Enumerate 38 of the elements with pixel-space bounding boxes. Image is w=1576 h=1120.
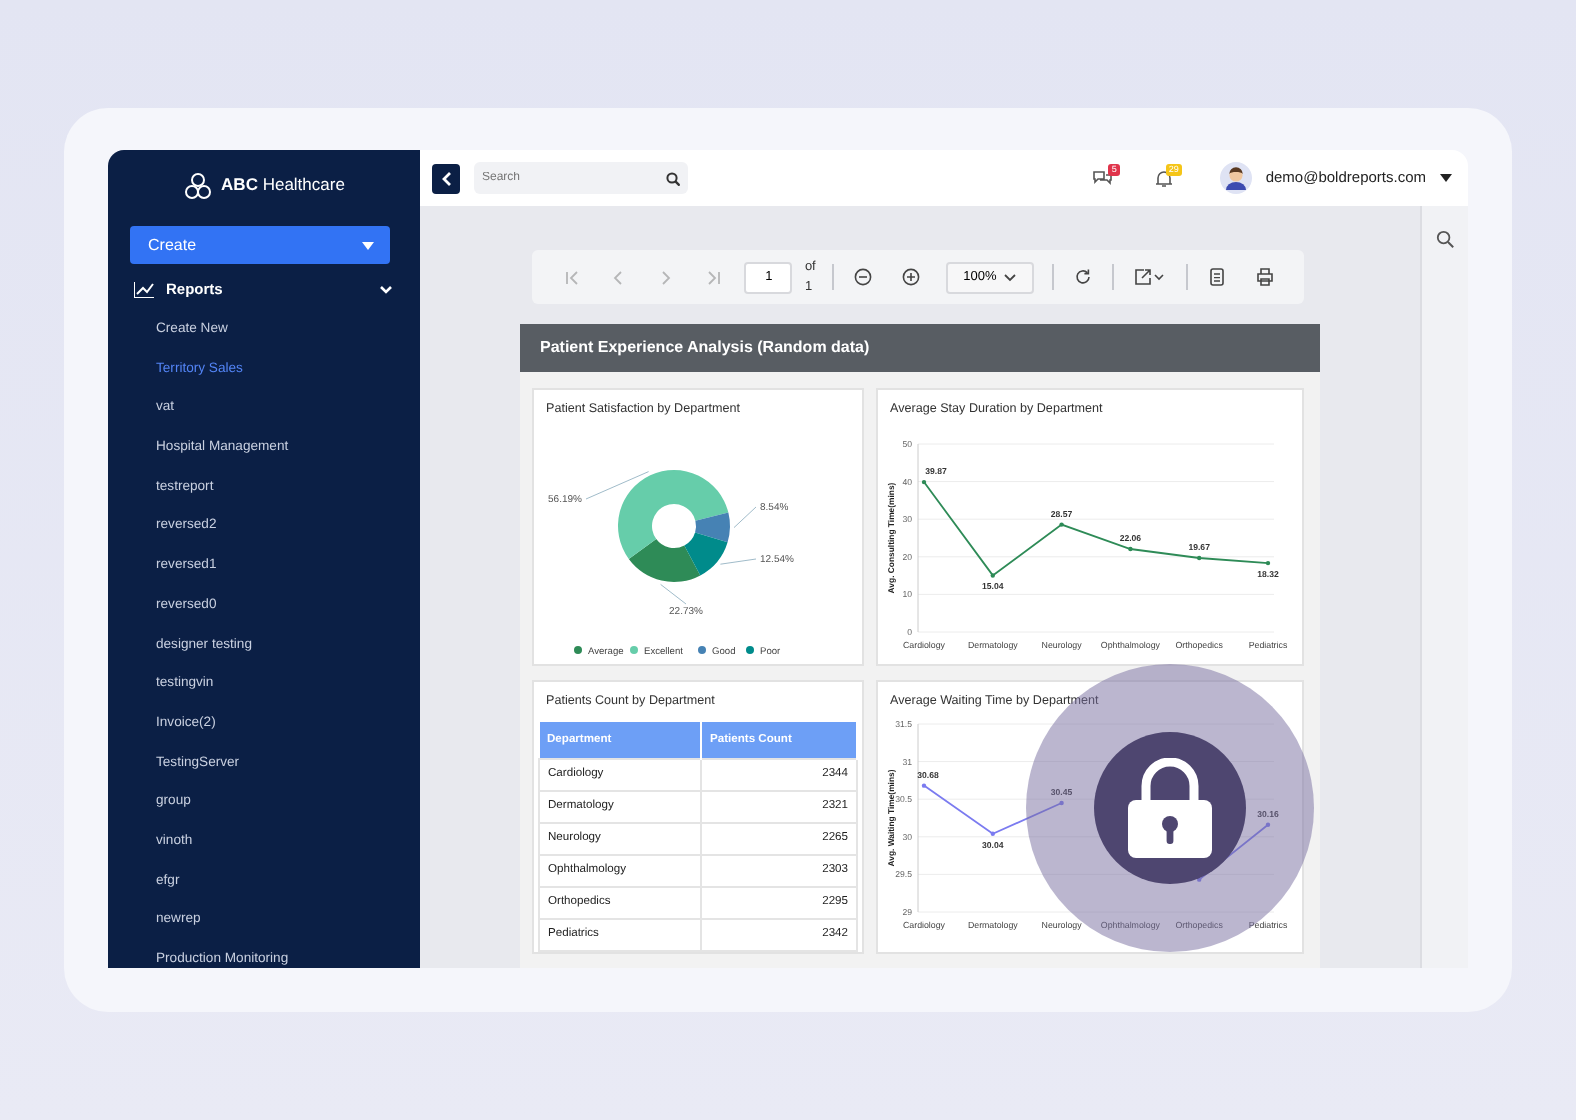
data-point [1059, 801, 1064, 807]
export-icon[interactable] [1134, 268, 1165, 286]
back-button[interactable] [432, 163, 460, 193]
leader-line [733, 507, 757, 529]
zoom-out-icon[interactable] [854, 268, 873, 286]
chevron-icon[interactable] [380, 286, 392, 294]
data-point [1128, 547, 1133, 553]
chevron-icon [1004, 273, 1017, 281]
leader-line [720, 559, 757, 566]
data-point [1059, 523, 1064, 528]
bell-icon[interactable] [1153, 169, 1174, 187]
create-button[interactable]: Create [130, 226, 390, 264]
chevron-icon [441, 171, 451, 185]
chart-icon [134, 282, 154, 298]
avatar-icon[interactable] [1219, 162, 1252, 194]
data-point [990, 832, 995, 837]
report-title: Patient Experience Analysis (Random data) [520, 324, 1320, 372]
search-icon[interactable] [666, 171, 680, 185]
data-point [921, 480, 927, 486]
chat-icon[interactable] [1091, 169, 1112, 187]
leader-line [660, 584, 687, 606]
zoom-in-icon[interactable] [902, 268, 920, 286]
brand-name: ABC Healthcare [221, 172, 345, 198]
logo-icon [183, 171, 212, 199]
data-point [1197, 878, 1202, 883]
caret-icon [362, 241, 374, 249]
data-point [1197, 556, 1202, 562]
data-point [1265, 823, 1271, 828]
data-point [990, 574, 995, 579]
search-icon[interactable] [1436, 230, 1454, 248]
data-point [921, 784, 927, 789]
refresh-icon[interactable] [1073, 268, 1092, 286]
caret-icon[interactable] [1440, 174, 1452, 182]
data-point [1265, 561, 1271, 567]
print-icon[interactable] [1255, 268, 1274, 286]
lock-icon [1128, 758, 1212, 858]
page-icon[interactable] [1208, 268, 1227, 286]
leader-line [585, 472, 649, 501]
